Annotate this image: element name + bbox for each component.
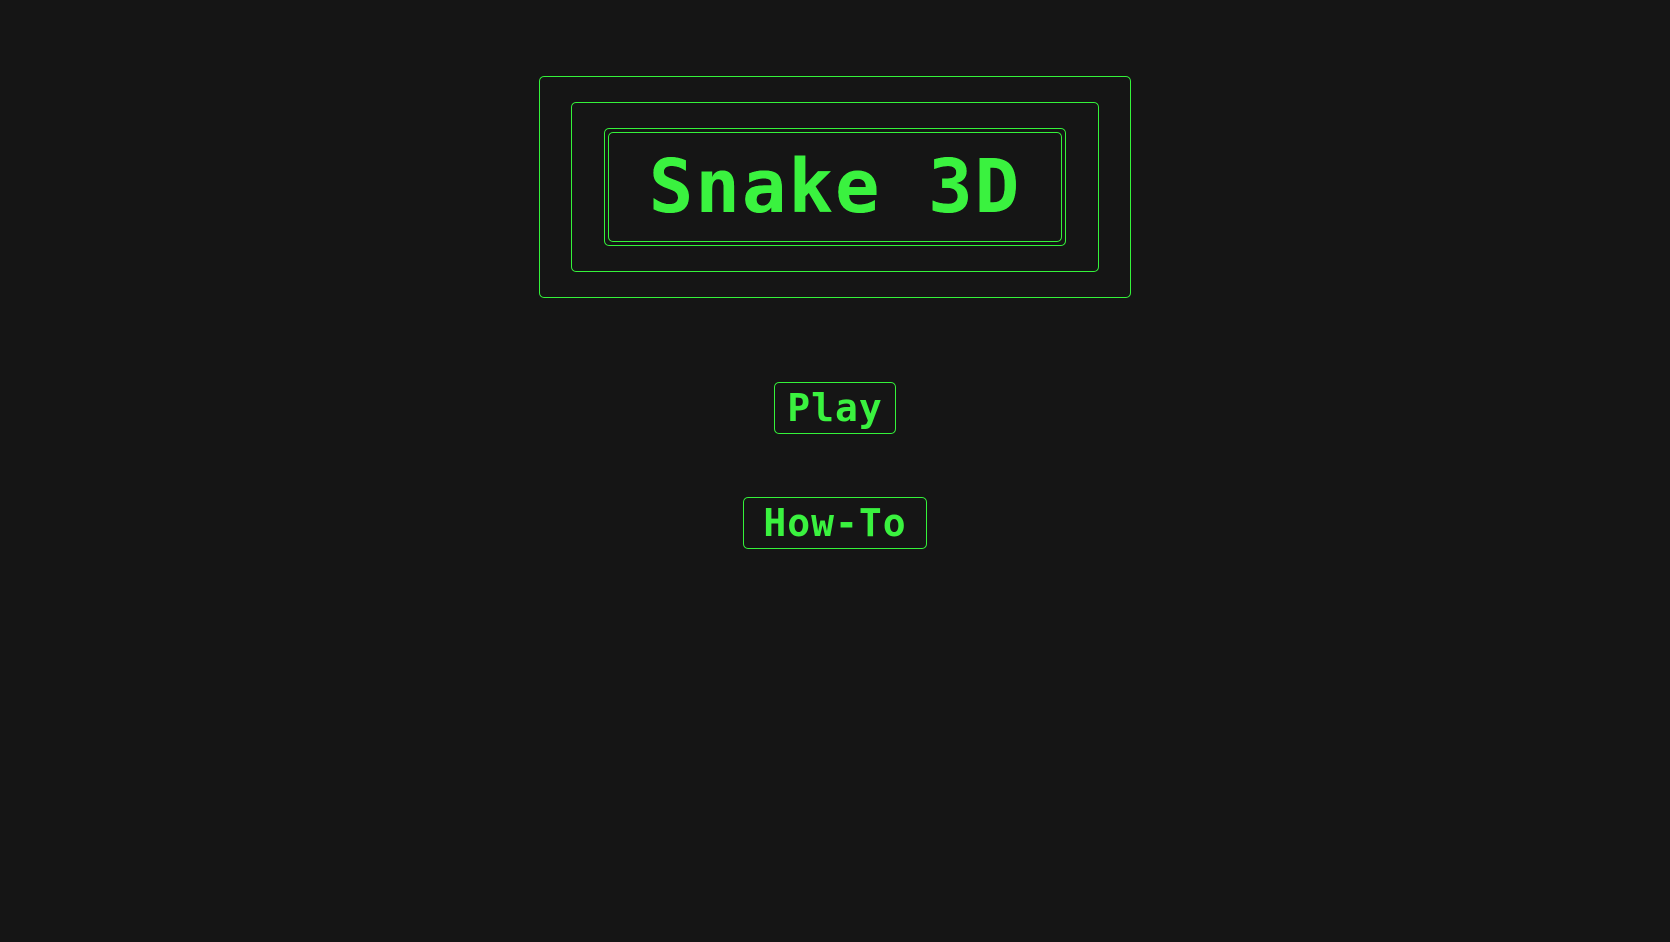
play-button[interactable]: Play [774, 382, 896, 434]
game-title: Snake 3D [648, 144, 1022, 230]
how-to-button[interactable]: How-To [743, 497, 927, 549]
main-menu-screen: Snake 3D Play How-To [0, 0, 1670, 942]
